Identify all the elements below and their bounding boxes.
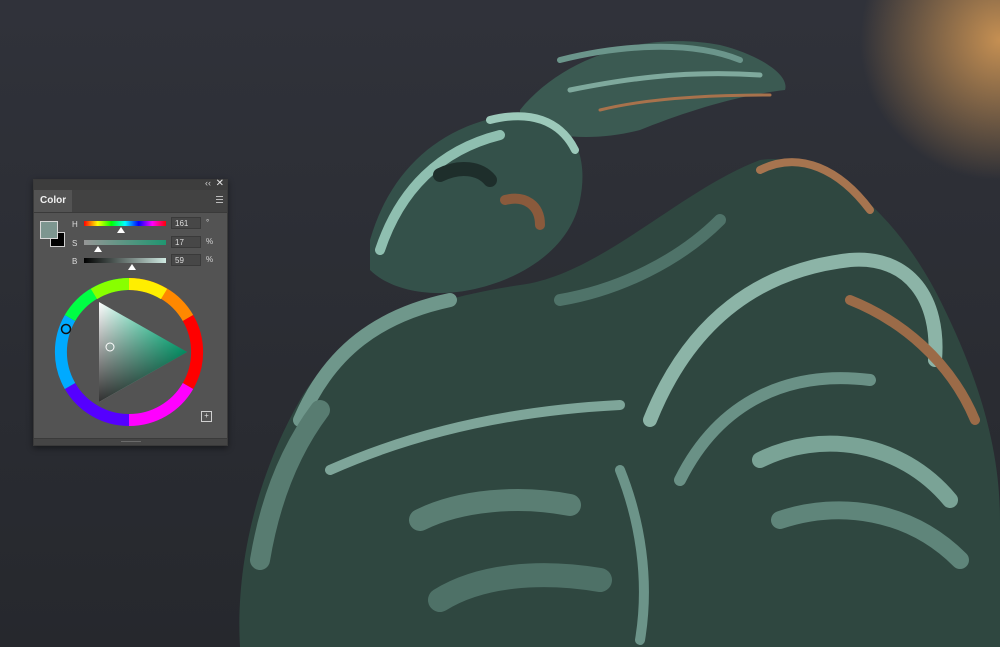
hue-slider[interactable] — [84, 221, 166, 226]
hue-slider-row: H 161 ° — [34, 217, 227, 235]
brightness-unit: % — [206, 255, 214, 264]
collapse-panel-button[interactable]: ‹‹ — [205, 178, 211, 188]
saturation-slider-row: S 17 % — [34, 236, 227, 254]
saturation-slider-thumb[interactable] — [93, 246, 102, 252]
panel-resize-handle[interactable] — [34, 438, 227, 445]
hue-slider-thumb[interactable] — [116, 227, 125, 233]
color-wheel[interactable] — [54, 277, 204, 427]
plus-square-icon[interactable]: + — [201, 411, 212, 422]
panel-tab-row: Color — [34, 190, 227, 213]
saturation-unit: % — [206, 237, 214, 246]
tab-color[interactable]: Color — [34, 190, 73, 212]
panel-menu-icon[interactable] — [216, 196, 223, 204]
color-panel: ‹‹ ✕ Color H 161 ° S 17 % B 59 % + — [33, 178, 228, 446]
brightness-label: B — [72, 257, 78, 266]
saturation-value-field[interactable]: 17 — [171, 236, 201, 248]
hue-unit: ° — [206, 218, 210, 227]
brightness-value-field[interactable]: 59 — [171, 254, 201, 266]
close-panel-button[interactable]: ✕ — [216, 178, 224, 189]
hue-value-field[interactable]: 161 — [171, 217, 201, 229]
hue-label: H — [72, 220, 78, 229]
saturation-label: S — [72, 239, 78, 248]
brightness-slider-thumb[interactable] — [128, 264, 137, 270]
saturation-slider[interactable] — [84, 240, 166, 245]
brightness-slider-row: B 59 % — [34, 254, 227, 272]
brightness-slider[interactable] — [84, 258, 166, 263]
panel-titlebar[interactable]: ‹‹ ✕ — [34, 178, 227, 190]
